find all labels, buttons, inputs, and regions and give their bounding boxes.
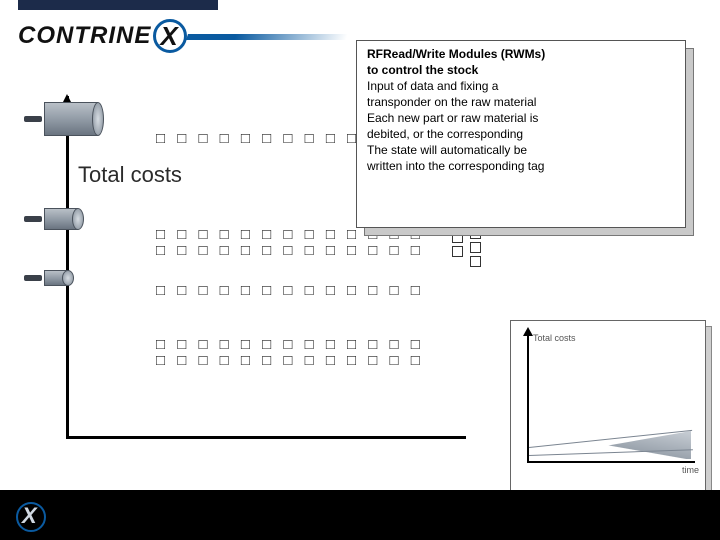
brand-mark: X <box>153 19 187 53</box>
checkbox-icon <box>452 246 463 257</box>
pin-icon <box>24 116 42 122</box>
stack-medium <box>24 208 74 230</box>
callout-line: RFRead/Write Modules (RWMs) <box>367 47 675 62</box>
brand-name-left: CONTRINE <box>18 22 151 50</box>
placeholder-row: □ □ □ □ □ □ □ □ □ □ □ □ □ <box>156 242 424 259</box>
callout-line: Each new part or raw material is <box>367 111 675 126</box>
checkbox-icon <box>470 242 481 253</box>
pin-icon <box>24 275 42 281</box>
x-axis-label: time <box>682 465 699 475</box>
chart-thumbnail: Total costs time <box>510 320 706 492</box>
sweep-icon <box>186 34 348 40</box>
checkbox-icon <box>470 256 481 267</box>
callout-line: Input of data and fixing a <box>367 79 675 94</box>
callout-line: The state will automatically be <box>367 143 675 158</box>
cylinder-icon <box>44 208 78 230</box>
placeholder-row: □ □ □ □ □ □ □ □ □ □ □ □ □ <box>156 336 424 353</box>
stack-small <box>24 270 64 286</box>
placeholder-row: □ □ □ □ □ □ □ □ □ □ □ □ □ <box>156 282 424 299</box>
pin-icon <box>24 216 42 222</box>
callout-line: debited, or the corresponding <box>367 127 675 142</box>
placeholder-row: □ □ □ □ □ □ □ □ □ □ □ □ □ <box>156 352 424 369</box>
stack-large <box>24 102 94 136</box>
axis-x <box>66 436 466 439</box>
cylinder-icon <box>44 270 68 286</box>
axis-x <box>527 461 695 463</box>
callout-line: written into the corresponding tag <box>367 159 675 174</box>
callout-box: RFRead/Write Modules (RWMs) to control t… <box>356 40 686 228</box>
x-glyph-icon: X <box>22 503 37 529</box>
footer-logo: X <box>16 502 46 532</box>
cylinder-icon <box>44 102 98 136</box>
callout-line: to control the stock <box>367 63 675 78</box>
x-glyph-icon: X <box>160 21 177 52</box>
brand-logo: CONTRINE X <box>18 18 189 54</box>
y-axis-label: Total costs <box>78 162 182 188</box>
callout-line: transponder on the raw material <box>367 95 675 110</box>
footer-bar: X <box>0 490 720 540</box>
axis-y <box>66 96 69 436</box>
y-axis-label: Total costs <box>533 333 576 343</box>
axis-y <box>527 331 529 461</box>
accent-bar <box>18 0 218 10</box>
